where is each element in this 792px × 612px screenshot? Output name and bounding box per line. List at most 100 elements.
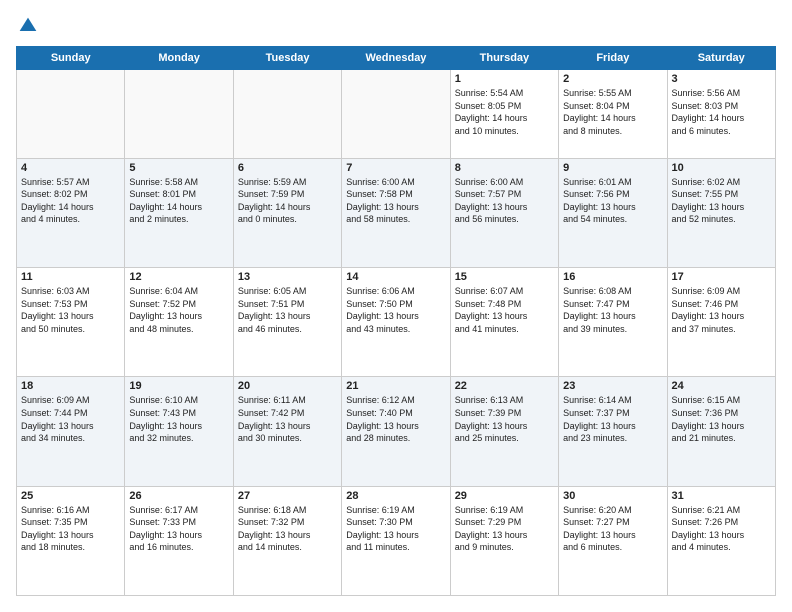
day-cell: 29 Sunrise: 6:19 AM Sunset: 7:29 PM Dayli… xyxy=(450,486,558,595)
day-number: 22 xyxy=(455,380,554,392)
week-row-1: 1 Sunrise: 5:54 AM Sunset: 8:05 PM Daylig… xyxy=(17,70,776,159)
day-info: Sunrise: 6:09 AM Sunset: 7:44 PM Dayligh… xyxy=(21,394,120,444)
day-info: Sunrise: 6:04 AM Sunset: 7:52 PM Dayligh… xyxy=(129,285,228,335)
day-info: Sunrise: 6:18 AM Sunset: 7:32 PM Dayligh… xyxy=(238,504,337,554)
day-number: 29 xyxy=(455,490,554,502)
day-number: 20 xyxy=(238,380,337,392)
day-number: 15 xyxy=(455,271,554,283)
week-row-5: 25Sunrise: 6:16 AM Sunset: 7:35 PM Dayli… xyxy=(17,486,776,595)
day-cell: 20Sunrise: 6:11 AM Sunset: 7:42 PM Dayli… xyxy=(233,377,341,486)
day-info: Sunrise: 6:00 AM Sunset: 7:57 PM Dayligh… xyxy=(455,176,554,226)
day-number: 11 xyxy=(21,271,120,283)
day-number: 9 xyxy=(563,162,662,174)
day-info: Sunrise: 6:19 AM Sunset: 7:30 PM Dayligh… xyxy=(346,504,445,554)
day-cell: 26 Sunrise: 6:17 AM Sunset: 7:33 PM Dayli… xyxy=(125,486,233,595)
day-cell: 10 Sunrise: 6:02 AM Sunset: 7:55 PM Dayli… xyxy=(667,158,775,267)
day-cell: 8Sunrise: 6:00 AM Sunset: 7:57 PM Daylig… xyxy=(450,158,558,267)
logo-icon xyxy=(18,16,38,36)
day-cell: 18 Sunrise: 6:09 AM Sunset: 7:44 PM Dayli… xyxy=(17,377,125,486)
day-cell: 3Sunrise: 5:56 AM Sunset: 8:03 PM Daylig… xyxy=(667,70,775,159)
day-cell: 21Sunrise: 6:12 AM Sunset: 7:40 PM Dayli… xyxy=(342,377,450,486)
day-cell: 28 Sunrise: 6:19 AM Sunset: 7:30 PM Dayli… xyxy=(342,486,450,595)
day-cell: 30Sunrise: 6:20 AM Sunset: 7:27 PM Dayli… xyxy=(559,486,667,595)
day-number: 5 xyxy=(129,162,228,174)
day-info: Sunrise: 6:15 AM Sunset: 7:36 PM Dayligh… xyxy=(672,394,771,444)
day-number: 28 xyxy=(346,490,445,502)
week-row-4: 18 Sunrise: 6:09 AM Sunset: 7:44 PM Dayli… xyxy=(17,377,776,486)
day-cell xyxy=(342,70,450,159)
day-cell: 12 Sunrise: 6:04 AM Sunset: 7:52 PM Dayli… xyxy=(125,268,233,377)
day-number: 6 xyxy=(238,162,337,174)
day-info: Sunrise: 6:01 AM Sunset: 7:56 PM Dayligh… xyxy=(563,176,662,226)
day-cell: 9 Sunrise: 6:01 AM Sunset: 7:56 PM Daylig… xyxy=(559,158,667,267)
day-info: Sunrise: 5:54 AM Sunset: 8:05 PM Dayligh… xyxy=(455,87,554,137)
day-cell: 2 Sunrise: 5:55 AM Sunset: 8:04 PM Daylig… xyxy=(559,70,667,159)
day-cell: 7Sunrise: 6:00 AM Sunset: 7:58 PM Daylig… xyxy=(342,158,450,267)
day-info: Sunrise: 6:00 AM Sunset: 7:58 PM Dayligh… xyxy=(346,176,445,226)
week-row-3: 11 Sunrise: 6:03 AM Sunset: 7:53 PM Dayli… xyxy=(17,268,776,377)
day-info: Sunrise: 6:07 AM Sunset: 7:48 PM Dayligh… xyxy=(455,285,554,335)
day-info: Sunrise: 5:55 AM Sunset: 8:04 PM Dayligh… xyxy=(563,87,662,137)
day-number: 21 xyxy=(346,380,445,392)
day-cell: 23 Sunrise: 6:14 AM Sunset: 7:37 PM Dayli… xyxy=(559,377,667,486)
day-info: Sunrise: 6:03 AM Sunset: 7:53 PM Dayligh… xyxy=(21,285,120,335)
day-number: 23 xyxy=(563,380,662,392)
day-cell: 16Sunrise: 6:08 AM Sunset: 7:47 PM Dayli… xyxy=(559,268,667,377)
day-number: 3 xyxy=(672,73,771,85)
weekday-tuesday: Tuesday xyxy=(233,47,341,70)
week-row-2: 4 Sunrise: 5:57 AM Sunset: 8:02 PM Daylig… xyxy=(17,158,776,267)
weekday-header-row: SundayMondayTuesdayWednesdayThursdayFrid… xyxy=(17,47,776,70)
day-number: 26 xyxy=(129,490,228,502)
day-info: Sunrise: 6:21 AM Sunset: 7:26 PM Dayligh… xyxy=(672,504,771,554)
day-info: Sunrise: 5:57 AM Sunset: 8:02 PM Dayligh… xyxy=(21,176,120,226)
day-number: 19 xyxy=(129,380,228,392)
day-number: 31 xyxy=(672,490,771,502)
header xyxy=(16,16,776,36)
day-number: 27 xyxy=(238,490,337,502)
day-cell: 15 Sunrise: 6:07 AM Sunset: 7:48 PM Dayli… xyxy=(450,268,558,377)
day-number: 10 xyxy=(672,162,771,174)
day-info: Sunrise: 6:02 AM Sunset: 7:55 PM Dayligh… xyxy=(672,176,771,226)
day-cell: 13Sunrise: 6:05 AM Sunset: 7:51 PM Dayli… xyxy=(233,268,341,377)
day-cell: 25Sunrise: 6:16 AM Sunset: 7:35 PM Dayli… xyxy=(17,486,125,595)
day-cell: 1 Sunrise: 5:54 AM Sunset: 8:05 PM Daylig… xyxy=(450,70,558,159)
day-cell: 31 Sunrise: 6:21 AM Sunset: 7:26 PM Dayli… xyxy=(667,486,775,595)
day-cell: 4 Sunrise: 5:57 AM Sunset: 8:02 PM Daylig… xyxy=(17,158,125,267)
day-cell: 27 Sunrise: 6:18 AM Sunset: 7:32 PM Dayli… xyxy=(233,486,341,595)
day-info: Sunrise: 6:17 AM Sunset: 7:33 PM Dayligh… xyxy=(129,504,228,554)
day-cell: 11 Sunrise: 6:03 AM Sunset: 7:53 PM Dayli… xyxy=(17,268,125,377)
day-info: Sunrise: 6:10 AM Sunset: 7:43 PM Dayligh… xyxy=(129,394,228,444)
day-number: 13 xyxy=(238,271,337,283)
day-info: Sunrise: 5:59 AM Sunset: 7:59 PM Dayligh… xyxy=(238,176,337,226)
day-info: Sunrise: 6:19 AM Sunset: 7:29 PM Dayligh… xyxy=(455,504,554,554)
day-number: 2 xyxy=(563,73,662,85)
day-number: 12 xyxy=(129,271,228,283)
day-cell: 17 Sunrise: 6:09 AM Sunset: 7:46 PM Dayli… xyxy=(667,268,775,377)
day-number: 18 xyxy=(21,380,120,392)
day-info: Sunrise: 6:20 AM Sunset: 7:27 PM Dayligh… xyxy=(563,504,662,554)
day-info: Sunrise: 6:08 AM Sunset: 7:47 PM Dayligh… xyxy=(563,285,662,335)
day-number: 25 xyxy=(21,490,120,502)
day-number: 24 xyxy=(672,380,771,392)
weekday-sunday: Sunday xyxy=(17,47,125,70)
day-number: 1 xyxy=(455,73,554,85)
weekday-monday: Monday xyxy=(125,47,233,70)
weekday-thursday: Thursday xyxy=(450,47,558,70)
day-cell: 6 Sunrise: 5:59 AM Sunset: 7:59 PM Daylig… xyxy=(233,158,341,267)
day-info: Sunrise: 6:06 AM Sunset: 7:50 PM Dayligh… xyxy=(346,285,445,335)
day-number: 14 xyxy=(346,271,445,283)
day-info: Sunrise: 6:14 AM Sunset: 7:37 PM Dayligh… xyxy=(563,394,662,444)
day-info: Sunrise: 6:09 AM Sunset: 7:46 PM Dayligh… xyxy=(672,285,771,335)
day-cell: 14 Sunrise: 6:06 AM Sunset: 7:50 PM Dayli… xyxy=(342,268,450,377)
day-cell: 24 Sunrise: 6:15 AM Sunset: 7:36 PM Dayli… xyxy=(667,377,775,486)
logo xyxy=(16,16,38,36)
day-number: 17 xyxy=(672,271,771,283)
weekday-saturday: Saturday xyxy=(667,47,775,70)
day-number: 4 xyxy=(21,162,120,174)
day-cell: 19 Sunrise: 6:10 AM Sunset: 7:43 PM Dayli… xyxy=(125,377,233,486)
day-info: Sunrise: 6:13 AM Sunset: 7:39 PM Dayligh… xyxy=(455,394,554,444)
page: SundayMondayTuesdayWednesdayThursdayFrid… xyxy=(0,0,792,612)
day-info: Sunrise: 5:58 AM Sunset: 8:01 PM Dayligh… xyxy=(129,176,228,226)
day-cell xyxy=(17,70,125,159)
weekday-friday: Friday xyxy=(559,47,667,70)
